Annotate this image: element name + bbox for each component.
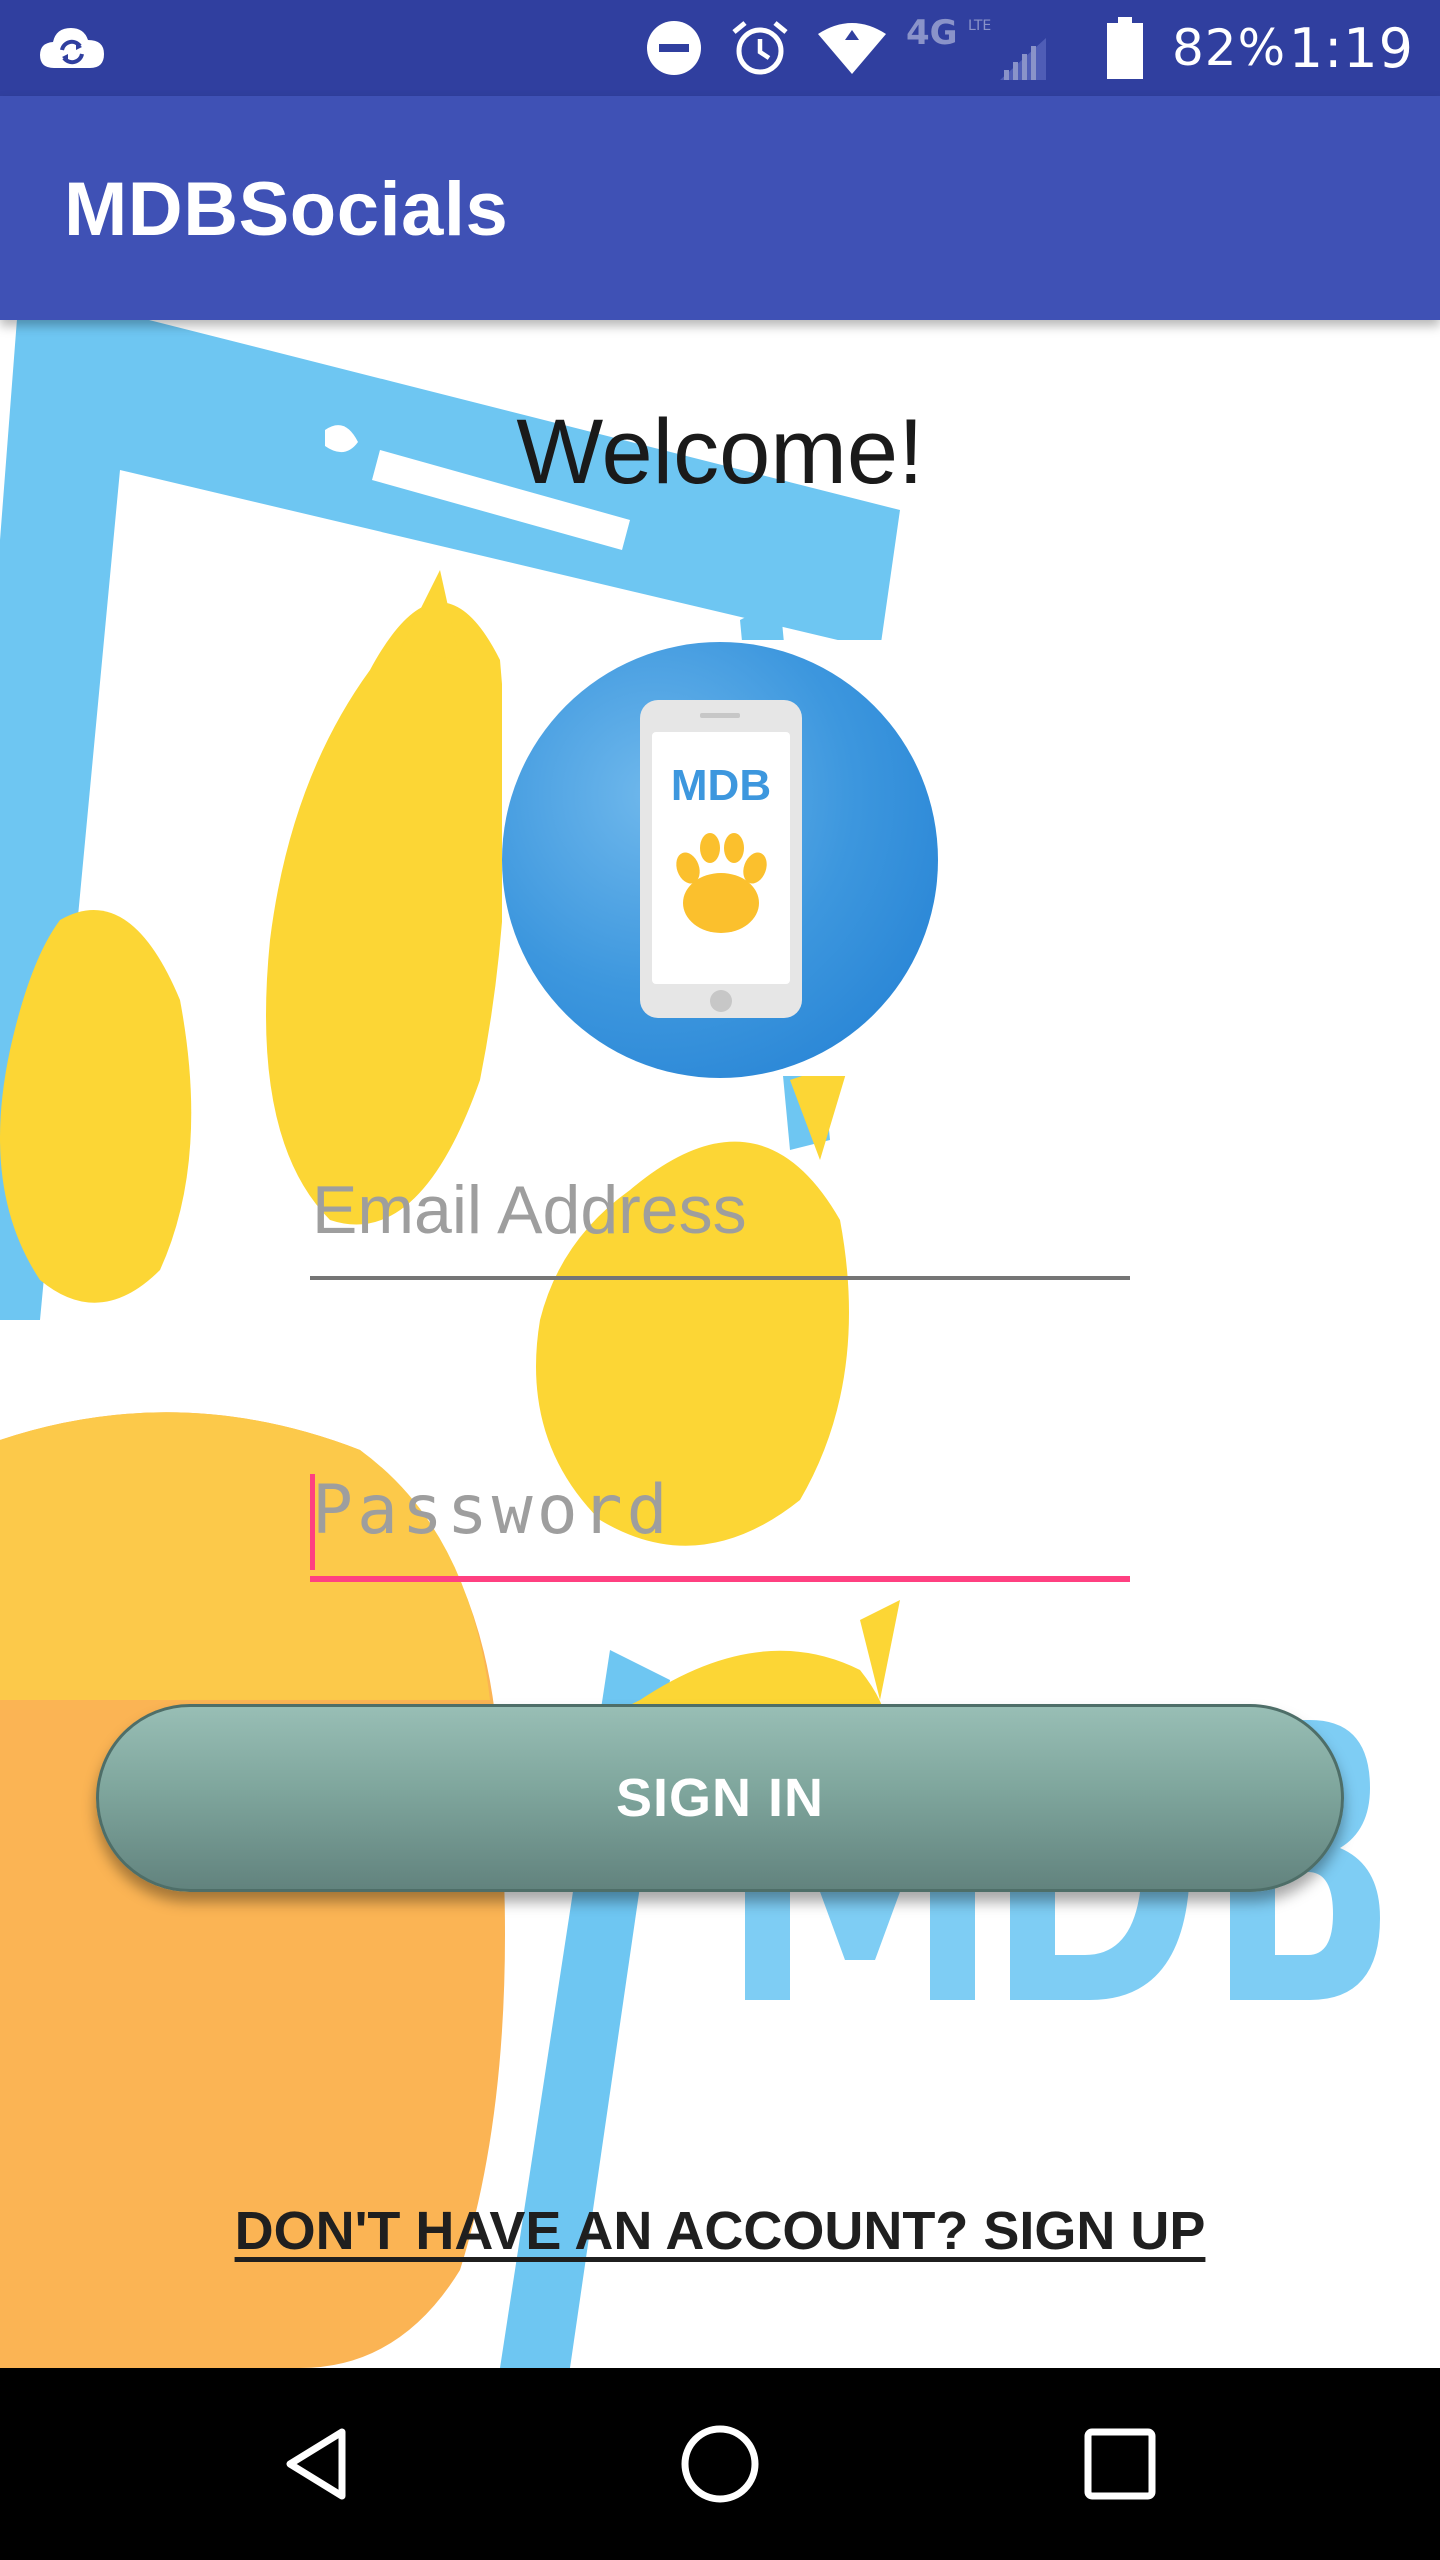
email-underline [310,1276,1130,1280]
app-bar: MDBSocials [0,96,1440,320]
email-field[interactable] [310,1150,1130,1280]
status-bar: 4G LTE 82% 1:19 [0,0,1440,96]
password-field[interactable] [310,1450,1130,1582]
password-underline [310,1576,1130,1582]
background-illustration [0,320,1380,2368]
login-content: Welcome! MDB Email Address Password SIGN… [0,320,1440,2368]
svg-text:LTE: LTE [968,18,991,34]
home-icon [681,2425,759,2503]
text-cursor [310,1474,315,1570]
sign-up-link[interactable]: DON'T HAVE AN ACCOUNT? SIGN UP [0,2200,1440,2262]
welcome-heading: Welcome! [516,401,924,503]
wifi-icon [814,0,890,96]
clock: 1:19 [1288,16,1414,80]
lte-signal-icon: 4G LTE [900,0,1050,96]
alarm-icon [728,0,792,96]
recents-icon [1084,2428,1156,2500]
app-logo-icon: MDB [502,642,938,1078]
network-label: 4G [906,13,958,53]
app-title: MDBSocials [64,167,509,252]
screen: 4G LTE 82% 1:19 MDBSocials Welcome! MDB … [0,0,1440,2560]
recents-button[interactable] [1020,2368,1220,2560]
logo-text: MDB [671,761,771,810]
sync-cloud-icon [30,0,114,96]
do-not-disturb-icon [642,0,706,96]
sign-in-button[interactable]: SIGN IN [96,1704,1344,1892]
navigation-bar [0,2368,1440,2560]
home-button[interactable] [620,2368,820,2560]
battery-percent: 82% [1172,19,1287,77]
password-input[interactable] [310,1450,1130,1570]
back-button[interactable] [220,2368,420,2560]
email-input[interactable] [310,1150,1130,1270]
battery-icon [1100,0,1150,96]
back-icon [286,2428,346,2500]
